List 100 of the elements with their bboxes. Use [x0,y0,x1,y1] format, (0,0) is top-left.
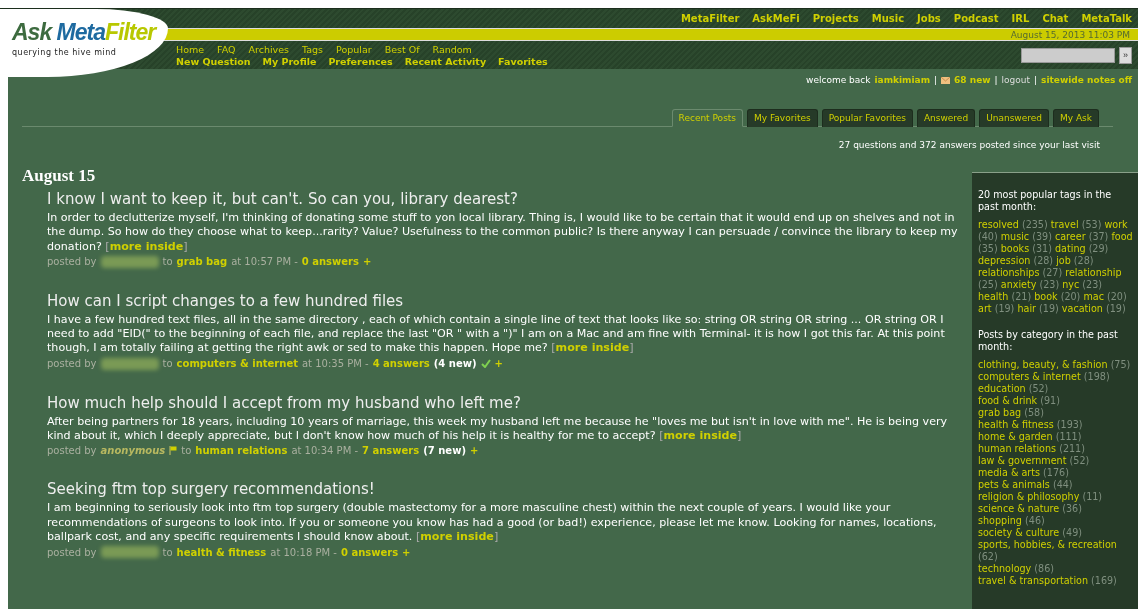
category-count: (176) [1043,467,1069,478]
nav-link[interactable]: Archives [248,43,289,55]
blurred-username [100,357,159,370]
logo[interactable]: Ask MetaFilter querying the hive mind [0,9,168,77]
category-link[interactable]: human relations [978,443,1057,454]
mail-link[interactable]: 68 new [954,75,991,85]
tab[interactable]: Unanswered [979,109,1049,127]
tag-link[interactable]: relationship [1065,267,1122,278]
answers-link[interactable]: 0 answers [340,546,399,558]
category-link[interactable]: computers & internet [176,358,298,370]
site-nav-link[interactable]: MetaFilter [680,13,740,24]
tab[interactable]: Recent Posts [671,109,744,127]
site-nav-link[interactable]: Podcast [953,13,999,24]
nav-link[interactable]: Popular [336,43,372,55]
add-favorite-link[interactable]: + [363,256,372,268]
add-favorite-link[interactable]: + [402,546,411,558]
nav-link[interactable]: Random [432,43,472,55]
category-link[interactable]: education [978,383,1026,394]
category-count: (193) [1056,419,1083,430]
nav-link[interactable]: Tags [301,43,323,55]
tag-link[interactable]: travel [1050,219,1079,230]
site-nav-link[interactable]: AskMeFi [752,13,800,24]
category-count: (111) [1055,431,1082,442]
site-nav-link[interactable]: Chat [1042,13,1069,24]
category-link[interactable]: health & fitness [978,419,1054,430]
tag-count: (19) [1106,303,1126,314]
category-link[interactable]: computers & internet [978,371,1081,382]
site-nav-link[interactable]: Music [871,13,905,24]
category-link[interactable]: pets & animals [978,479,1050,490]
category-link[interactable]: media & arts [978,467,1041,478]
answers-link[interactable]: 0 answers [301,256,359,268]
tag-link[interactable]: work [1104,219,1128,230]
site-nav-link[interactable]: Jobs [917,13,941,24]
tab[interactable]: My Ask [1053,109,1099,127]
category-link[interactable]: technology [978,563,1032,574]
nav-link[interactable]: Recent Activity [404,55,487,67]
tag-link[interactable]: mac [1083,291,1104,302]
add-favorite-link[interactable]: + [469,445,479,457]
username-link[interactable]: iamkimiam [874,75,930,85]
more-inside-link[interactable]: more inside [109,239,184,253]
category-link[interactable]: travel & transportation [978,575,1088,586]
answers-link[interactable]: 4 answers [372,358,430,370]
answers-link[interactable]: 7 answers [362,445,420,457]
category-link[interactable]: human relations [195,445,288,457]
nav-link[interactable]: Home [176,43,205,55]
tag-link[interactable]: job [1056,255,1071,266]
nav-link[interactable]: FAQ [217,43,236,55]
category-count: (52) [1069,455,1090,466]
category-link[interactable]: religion & philosophy [978,491,1080,502]
tag-link[interactable]: book [1034,291,1058,302]
more-inside-link[interactable]: more inside [420,529,494,543]
post-title[interactable]: How much help should I accept from my husband who left me? [47,393,958,412]
post-title[interactable]: I know I want to keep it, but can't. So can you, library dearest? [47,190,958,208]
tag-link[interactable]: relationships [978,267,1040,278]
nav-link[interactable]: My Profile [262,55,317,67]
site-nav-link[interactable]: Projects [812,13,859,24]
nav-link[interactable]: Preferences [328,55,393,67]
post-title[interactable]: How can I script changes to a few hundred files [47,291,958,310]
category-link[interactable]: science & nature [978,503,1060,514]
category-link[interactable]: sports, hobbies, & recreation [978,539,1117,550]
tag-link[interactable]: resolved [978,219,1019,230]
category-link[interactable]: health & fitness [176,546,267,558]
notes-link[interactable]: sitewide notes off [1041,75,1132,85]
tab[interactable]: My Favorites [747,109,818,127]
tag-link[interactable]: nyc [1062,279,1080,290]
more-inside-link[interactable]: more inside [663,429,738,443]
nav-link[interactable]: New Question [176,55,251,67]
tag-link[interactable]: hair [1017,303,1036,314]
tag-link[interactable]: vacation [1061,303,1103,314]
search-field[interactable] [1021,47,1115,63]
category-link[interactable]: food & drink [978,395,1038,406]
tag-link[interactable]: music [1000,231,1030,242]
post-body: I am beginning to seriously look into ftm top surgery (double mastectomy for a more masculine chest) within the next couple of years. I would like your recommendations of surgeons to look into. If you or someone you know has had a good (or bad!) experience, please let me know. Looking for names, locations, ballpark cost, and any specific requirements I should know about. [more inside] [47,501,938,545]
category-link[interactable]: clothing, beauty, & fashion [978,359,1108,370]
tag-count: (35) [978,243,998,254]
add-favorite-link[interactable]: + [494,358,503,370]
tab[interactable]: Answered [916,109,976,127]
tag-link[interactable]: depression [978,255,1031,266]
tag-link[interactable]: anxiety [1000,279,1037,290]
category-link[interactable]: home & garden [978,431,1053,442]
category-link[interactable]: grab bag [176,256,228,268]
tab[interactable]: Popular Favorites [821,109,913,127]
nav-link[interactable]: Favorites [498,55,548,67]
tag-link[interactable]: art [978,303,992,314]
tag-link[interactable]: food [1111,231,1133,242]
nav-link[interactable]: Best Of [384,43,420,55]
category-link[interactable]: law & government [978,455,1067,466]
logout-link[interactable]: logout [1001,75,1031,85]
more-inside-link[interactable]: more inside [555,341,630,355]
site-nav-link[interactable]: MetaTalk [1081,13,1132,24]
category-link[interactable]: grab bag [978,407,1022,418]
tag-link[interactable]: books [1000,243,1030,254]
tag-link[interactable]: health [978,291,1009,302]
tag-link[interactable]: career [1054,231,1086,242]
category-link[interactable]: shopping [978,515,1022,526]
search-button[interactable]: » [1119,46,1132,64]
category-link[interactable]: society & culture [978,527,1060,538]
site-nav-link[interactable]: IRL [1011,13,1030,24]
post-title[interactable]: Seeking ftm top surgery recommendations! [47,480,958,499]
tag-link[interactable]: dating [1055,243,1086,254]
